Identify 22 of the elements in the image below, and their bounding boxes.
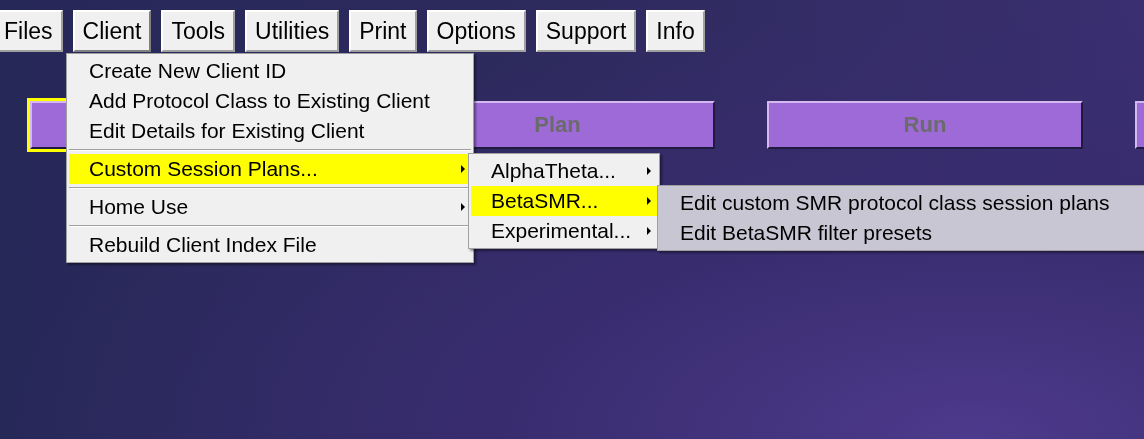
menu-item[interactable]: BetaSMR... — [471, 186, 657, 216]
submenu-arrow-icon — [461, 203, 465, 211]
submenu-arrow-icon — [647, 167, 651, 175]
menu-bar-item[interactable]: Files — [0, 10, 63, 52]
menu-item[interactable]: Home Use — [69, 192, 471, 222]
submenu-arrow-icon — [647, 197, 651, 205]
menu-bar-item[interactable]: Print — [349, 10, 417, 52]
menu-item[interactable]: Edit BetaSMR filter presets — [660, 218, 1144, 248]
menu-item[interactable]: Experimental... — [471, 216, 657, 246]
menu-bar-item[interactable]: Tools — [161, 10, 236, 52]
menu-bar-item[interactable]: Client — [72, 10, 152, 52]
menu-bar-item[interactable]: Options — [426, 10, 526, 52]
menu-item[interactable]: Custom Session Plans... — [69, 154, 471, 184]
menu-bar-item[interactable]: Utilities — [245, 10, 340, 52]
menu-bar-item[interactable]: Support — [535, 10, 637, 52]
submenu-arrow-icon — [647, 227, 651, 235]
menu-bar-item[interactable]: Info — [646, 10, 705, 52]
menu-item[interactable]: AlphaTheta... — [471, 156, 657, 186]
menu-item[interactable]: Rebuild Client Index File — [69, 230, 471, 260]
menu-item[interactable]: Create New Client ID — [69, 56, 471, 86]
submenu-arrow-icon — [461, 165, 465, 173]
menu-item[interactable]: Edit custom SMR protocol class session plans — [660, 188, 1144, 218]
